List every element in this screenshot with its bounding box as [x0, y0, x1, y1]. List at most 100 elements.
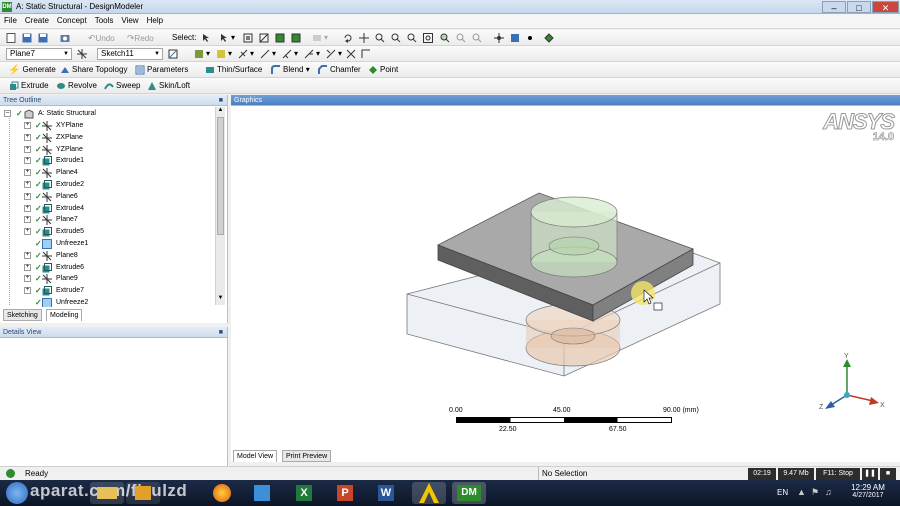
- expand-icon[interactable]: +: [24, 251, 31, 259]
- menu-file[interactable]: File: [0, 14, 21, 27]
- skin-loft-button[interactable]: Skin/Loft: [147, 80, 190, 92]
- status-stop-button[interactable]: F11: Stop: [816, 468, 860, 480]
- tree-scrollbar[interactable]: ▲ ▼: [215, 107, 225, 305]
- maximize-button[interactable]: □: [847, 1, 871, 13]
- tab-sketching[interactable]: Sketching: [3, 309, 42, 321]
- select-edges-icon[interactable]: [259, 32, 271, 44]
- sketch-dropdown[interactable]: Sketch11 ▼: [97, 48, 163, 60]
- flag-icon[interactable]: ⚑: [811, 487, 819, 498]
- menu-help[interactable]: Help: [143, 14, 167, 27]
- expand-icon[interactable]: +: [24, 133, 31, 141]
- pan-icon[interactable]: [359, 32, 371, 44]
- expand-icon[interactable]: +: [24, 287, 31, 295]
- tab-print-preview[interactable]: Print Preview: [282, 450, 332, 462]
- zoom-box-icon[interactable]: [423, 32, 435, 44]
- designmodeler-icon[interactable]: DM: [452, 482, 486, 504]
- minimize-button[interactable]: –: [822, 1, 846, 13]
- scroll-up-icon[interactable]: ▲: [216, 107, 225, 117]
- new-plane-icon[interactable]: [77, 48, 89, 60]
- point-button[interactable]: Point: [368, 64, 398, 76]
- previous-view-icon[interactable]: [456, 32, 468, 44]
- trim-tool-icon[interactable]: ▾: [282, 48, 298, 60]
- select-faces-icon[interactable]: [275, 32, 287, 44]
- expand-icon[interactable]: +: [24, 216, 31, 224]
- expand-icon[interactable]: +: [24, 169, 31, 177]
- excel-icon[interactable]: X: [288, 482, 322, 504]
- new-sketch-icon[interactable]: [168, 48, 180, 60]
- tab-modeling[interactable]: Modeling: [46, 309, 83, 321]
- explorer-icon[interactable]: [90, 482, 124, 504]
- line-tool-icon[interactable]: ▾: [238, 48, 254, 60]
- tab-model-view[interactable]: Model View: [233, 450, 278, 462]
- model-viewport[interactable]: [231, 106, 900, 446]
- expand-icon[interactable]: +: [24, 263, 31, 271]
- polyline-tool-icon[interactable]: ▾: [260, 48, 276, 60]
- parameters-button[interactable]: Parameters: [135, 64, 188, 76]
- redo-button[interactable]: ↷Redo: [127, 32, 154, 44]
- zoom-icon[interactable]: [375, 32, 387, 44]
- stop-icon[interactable]: ■: [880, 468, 896, 480]
- split-tool-icon[interactable]: ▾: [326, 48, 342, 60]
- look-at-icon[interactable]: [494, 32, 506, 44]
- corner-tool-icon[interactable]: [361, 48, 373, 60]
- pause-icon[interactable]: ❚❚: [862, 468, 878, 480]
- share-topology-button[interactable]: Share Topology: [60, 64, 127, 76]
- tray-up-icon[interactable]: ▲: [797, 487, 806, 497]
- select-bodies-icon[interactable]: [291, 32, 303, 44]
- expand-icon[interactable]: +: [24, 204, 31, 212]
- volume-icon[interactable]: ♫: [825, 487, 832, 497]
- menu-view[interactable]: View: [117, 14, 142, 27]
- zoom-fit-icon[interactable]: [407, 32, 419, 44]
- pin-icon[interactable]: ■: [219, 327, 223, 338]
- screenshot-icon[interactable]: [60, 32, 72, 44]
- cross-tool-icon[interactable]: [346, 48, 358, 60]
- expand-icon[interactable]: +: [24, 122, 31, 129]
- expand-icon[interactable]: +: [24, 192, 31, 200]
- expand-icon[interactable]: +: [24, 157, 31, 165]
- select-mode-icon[interactable]: [201, 32, 213, 44]
- select-points-icon[interactable]: [243, 32, 255, 44]
- ansys-icon[interactable]: [412, 482, 446, 504]
- firefox-icon[interactable]: [206, 482, 240, 504]
- thin-surface-button[interactable]: Thin/Surface: [205, 64, 262, 76]
- menu-create[interactable]: Create: [21, 14, 53, 27]
- expand-icon[interactable]: +: [24, 145, 31, 153]
- extend-selection-icon[interactable]: ▾: [312, 32, 328, 44]
- save-as-icon[interactable]: [38, 32, 50, 44]
- magnifier-icon[interactable]: [440, 32, 452, 44]
- scroll-down-icon[interactable]: ▼: [216, 295, 225, 305]
- powerpoint-icon[interactable]: P: [329, 482, 363, 504]
- new-icon[interactable]: [6, 32, 18, 44]
- extend-tool-icon[interactable]: ▾: [304, 48, 320, 60]
- generate-button[interactable]: ⚡ Generate: [8, 64, 56, 76]
- expand-icon[interactable]: +: [24, 275, 31, 283]
- blend-button[interactable]: Blend ▾: [271, 64, 310, 76]
- axis-triad[interactable]: Y X Z: [817, 351, 887, 413]
- language-indicator[interactable]: EN: [777, 488, 788, 497]
- box-zoom-icon[interactable]: [391, 32, 403, 44]
- edge-sketch-icon[interactable]: ▾: [216, 48, 232, 60]
- expand-icon[interactable]: +: [24, 181, 31, 188]
- extrude-button[interactable]: Extrude: [9, 80, 49, 92]
- upper-cylinder[interactable]: [530, 196, 618, 228]
- display-point-icon[interactable]: [525, 32, 537, 44]
- clock[interactable]: 12:29 AM 4/27/2017: [848, 483, 888, 499]
- revolve-button[interactable]: Revolve: [56, 80, 97, 92]
- menu-tools[interactable]: Tools: [91, 14, 118, 27]
- display-model-icon[interactable]: [510, 32, 522, 44]
- pin-icon[interactable]: ■: [219, 95, 223, 106]
- plane-dropdown[interactable]: Plane7 ▼: [6, 48, 72, 60]
- workbench-icon[interactable]: [246, 482, 280, 504]
- rotate-icon[interactable]: [343, 32, 355, 44]
- collapse-icon[interactable]: –: [4, 110, 11, 117]
- scroll-thumb[interactable]: [217, 117, 224, 235]
- library-icon[interactable]: [126, 482, 160, 504]
- start-button[interactable]: [6, 482, 28, 504]
- graphics-option-icon[interactable]: [544, 32, 556, 44]
- word-icon[interactable]: W: [370, 482, 404, 504]
- sweep-button[interactable]: Sweep: [104, 80, 140, 92]
- undo-button[interactable]: ↶Undo: [88, 32, 115, 44]
- save-icon[interactable]: [22, 32, 34, 44]
- next-view-icon[interactable]: [472, 32, 484, 44]
- close-button[interactable]: ✕: [872, 1, 899, 13]
